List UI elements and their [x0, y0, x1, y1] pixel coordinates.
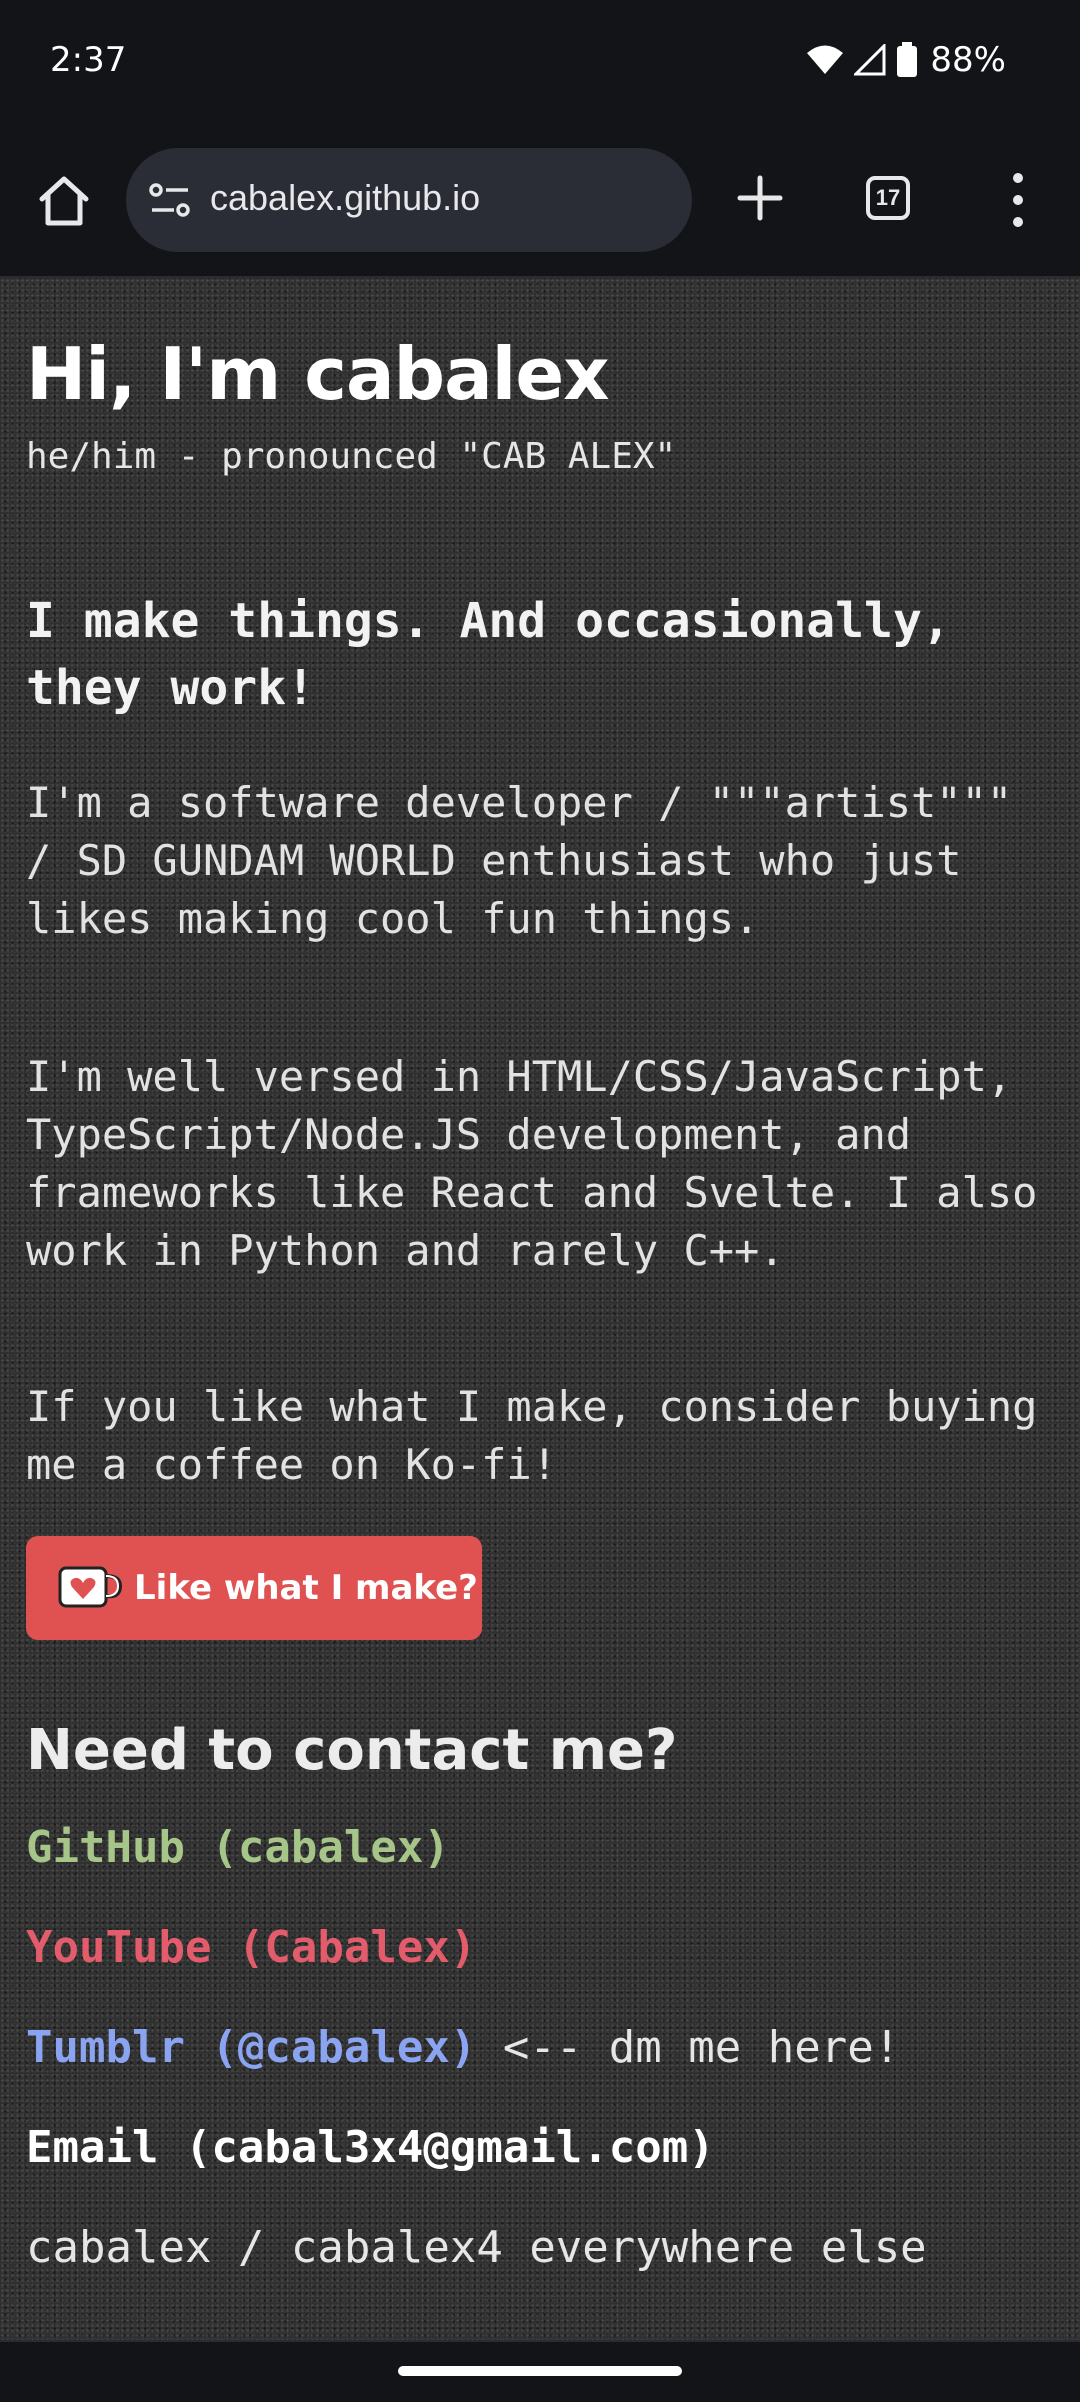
home-icon[interactable] — [34, 171, 94, 231]
kofi-button[interactable]: Like what I make? — [26, 1536, 482, 1640]
tabs-icon[interactable]: 17 — [866, 176, 910, 220]
address-bar[interactable]: cabalex.github.io — [126, 148, 692, 252]
contact-github: GitHub (cabalex) — [26, 1822, 450, 1873]
navigation-bar — [0, 2340, 1080, 2402]
intro-paragraph: I'm a software developer / """artist""" … — [26, 778, 1013, 943]
contact-heading: Need to contact me? — [26, 1718, 678, 1783]
browser-toolbar: cabalex.github.io 17 — [0, 128, 1080, 278]
site-settings-icon[interactable] — [148, 180, 192, 220]
url-text[interactable]: cabalex.github.io — [210, 177, 480, 219]
contact-elsewhere: cabalex / cabalex4 everywhere else — [26, 2222, 927, 2273]
tumblr-note: <-- dm me here! — [476, 2022, 901, 2073]
kofi-button-label: Like what I make? — [134, 1568, 478, 1608]
more-vert-icon[interactable] — [1000, 168, 1036, 232]
signal-icon — [854, 44, 886, 76]
youtube-link[interactable]: YouTube (Cabalex) — [26, 1922, 476, 1973]
coffee-cup-icon — [58, 1566, 122, 1608]
contact-tumblr: Tumblr (@cabalex) <-- dm me here! — [26, 2022, 900, 2073]
page-content: Hi, I'm cabalex he/him - pronounced "CAB… — [0, 278, 1080, 2340]
plus-icon[interactable] — [730, 168, 790, 228]
wifi-icon — [807, 45, 844, 74]
status-icons: 88% — [806, 40, 1006, 80]
skills-paragraph: I'm well versed in HTML/CSS/JavaScript, … — [26, 1052, 1038, 1275]
page-title: Hi, I'm cabalex — [26, 332, 610, 416]
tumblr-link[interactable]: Tumblr (@cabalex) — [26, 2022, 476, 2073]
status-bar: 2:37 88% — [0, 0, 1080, 128]
email-link[interactable]: Email (cabal3x4@gmail.com) — [26, 2122, 715, 2173]
tagline-heading: I make things. And occasionally, they wo… — [26, 593, 951, 716]
gesture-handle[interactable] — [398, 2366, 682, 2376]
github-link[interactable]: GitHub (cabalex) — [26, 1822, 450, 1873]
contact-email: Email (cabal3x4@gmail.com) — [26, 2122, 715, 2173]
contact-youtube: YouTube (Cabalex) — [26, 1922, 476, 1973]
status-time: 2:37 — [50, 40, 127, 80]
battery-percent: 88% — [930, 40, 1006, 80]
kofi-paragraph: If you like what I make, consider buying… — [26, 1382, 1038, 1489]
battery-icon — [897, 42, 918, 77]
pronouns-subtitle: he/him - pronounced "CAB ALEX" — [26, 436, 677, 477]
tab-count: 17 — [875, 185, 901, 210]
